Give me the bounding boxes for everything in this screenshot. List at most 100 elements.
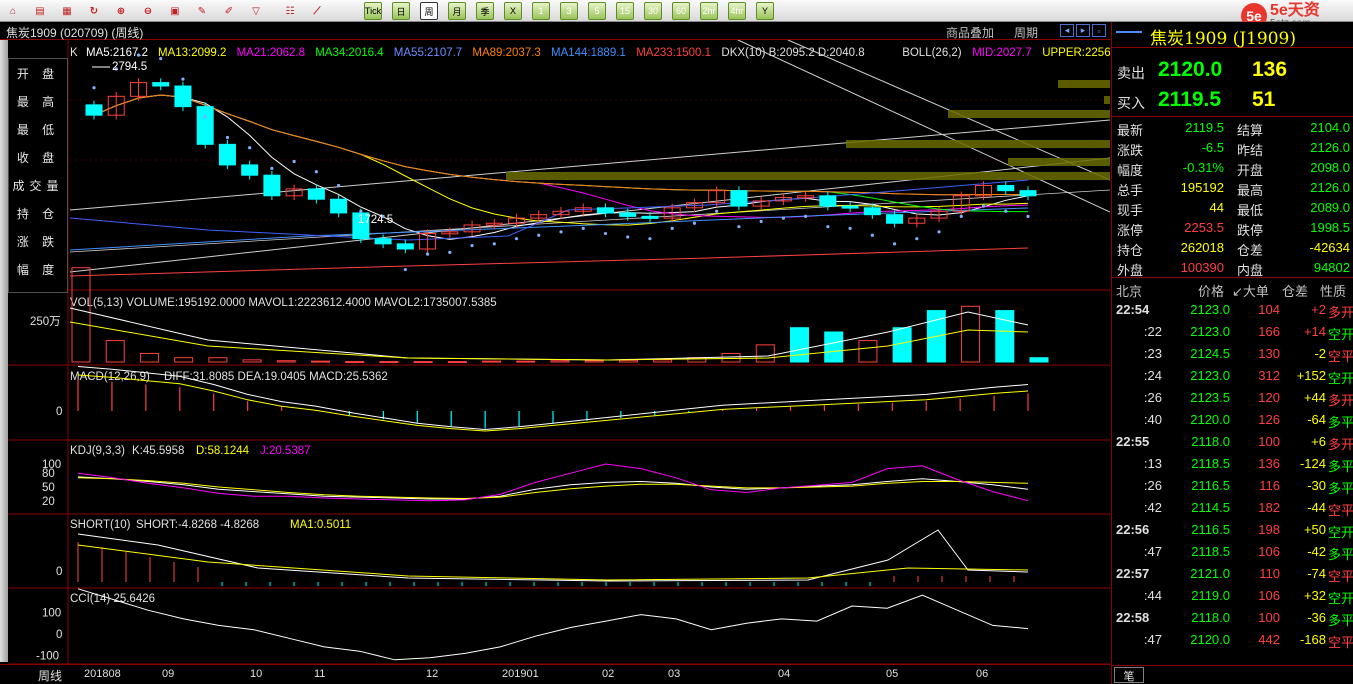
legend-ma: MA5:2167.2	[86, 47, 148, 59]
sar-dot	[892, 242, 897, 246]
legend-boll-mid: MID:2027.7	[972, 47, 1031, 59]
nav-left-icon[interactable]: ◂	[1060, 24, 1074, 37]
boll-lower-line	[69, 179, 1029, 241]
tick-price: 2124.5	[1190, 346, 1230, 361]
refresh-icon[interactable]: ↻	[85, 2, 103, 20]
sar-dot	[670, 226, 674, 230]
book-icon[interactable]: ▤	[31, 2, 49, 20]
stat-label: 涨跌	[1117, 143, 1144, 158]
legend-boll: BOLL(26,2)	[902, 47, 962, 59]
chart-icon[interactable]: ⟋	[308, 2, 326, 20]
stat-value: 94802	[1313, 260, 1350, 275]
period-button[interactable]: 5	[588, 2, 606, 20]
candle-body	[641, 215, 659, 219]
stat-label: 开盘	[1237, 163, 1264, 178]
side-panel-item: 幅 度	[16, 262, 60, 277]
period-button[interactable]: Y	[756, 2, 774, 20]
window-icon[interactable]: ▣	[166, 2, 184, 20]
volume-bar	[721, 352, 741, 363]
trend-line	[737, 40, 1110, 213]
sar-dot	[737, 225, 741, 229]
volume-profile-bar	[1008, 158, 1110, 166]
stat-value: 2098.0	[1310, 160, 1350, 175]
period-button[interactable]: 60	[672, 2, 690, 20]
volume-bar	[379, 361, 399, 364]
period-button[interactable]: 3	[560, 2, 578, 20]
bid-row: 买入 2119.5 51	[1112, 86, 1353, 116]
period-button[interactable]: 4hr	[728, 2, 746, 20]
sar-dot	[692, 221, 697, 225]
report-icon[interactable]: ▦	[58, 2, 76, 20]
kdj-legend-name: KDJ(9,3,3)	[70, 445, 125, 457]
stat-label: 总手	[1117, 183, 1144, 198]
short-legend-values: SHORT:-4.8268 -4.8268	[136, 519, 259, 531]
legend-ma: MA233:1500.1	[636, 47, 711, 59]
tab-ticks[interactable]: 笔	[1114, 667, 1144, 683]
tick-volume: 116	[1259, 478, 1280, 493]
cci-y-tick: 100	[42, 607, 61, 619]
tick-type: 多平	[1327, 613, 1353, 628]
tick-row: 22:55 2118.0 100 +6 多开	[1112, 431, 1353, 453]
overlay-commodity-link[interactable]: 商品叠加	[946, 24, 994, 41]
table-icon[interactable]: ☷	[281, 2, 299, 20]
period-button[interactable]: 日	[392, 2, 410, 20]
tick-header-type: 性质	[1320, 284, 1347, 299]
tick-price: 2118.0	[1191, 610, 1230, 625]
tick-volume: 100	[1258, 610, 1280, 625]
logo-text: 5e天资	[1270, 1, 1320, 19]
tick-row: :44 2119.0 106 +32 空开	[1112, 585, 1353, 607]
period-button[interactable]: X	[504, 2, 522, 20]
period-button[interactable]: 2hr	[700, 2, 718, 20]
tick-row: :40 2120.0 126 -64 多平	[1112, 409, 1353, 431]
stat-label: 最新	[1117, 123, 1144, 138]
nav-expand-icon[interactable]: ▫	[1092, 24, 1106, 37]
candle-body	[263, 174, 281, 197]
zoom-out-icon[interactable]: ⊖	[139, 2, 157, 20]
filter-icon[interactable]: ▽	[247, 2, 265, 20]
tick-volume: 100	[1258, 434, 1280, 449]
sar-dot	[537, 233, 541, 237]
kdj-y-tick: 80	[42, 468, 55, 480]
quote-stat-row: 持仓 262018 仓差 -42634	[1112, 238, 1353, 258]
tick-volume: 182	[1258, 500, 1280, 515]
chart-canvas[interactable]: K MA5:2167.2 MA13:2099.2 MA21:2062.8 MA34:20…	[8, 40, 1110, 664]
tick-price: 2119.0	[1191, 588, 1230, 603]
x-tick-label: 201901	[502, 668, 539, 680]
period-button[interactable]: 周	[420, 2, 438, 20]
draw-icon[interactable]: ✐	[220, 2, 238, 20]
tick-type: 多平	[1327, 415, 1353, 430]
legend-ma: MA34:2016.4	[315, 47, 384, 59]
cci-y-tick: 0	[56, 629, 62, 641]
period-button[interactable]: 15	[616, 2, 634, 20]
period-link[interactable]: 周期	[1014, 24, 1038, 41]
candle-body	[374, 238, 392, 245]
volume-bar	[516, 360, 536, 363]
nav-right-icon[interactable]: ▸	[1076, 24, 1090, 37]
stat-label: 现手	[1117, 203, 1144, 218]
tick-type: 多平	[1327, 459, 1353, 474]
zoom-in-icon[interactable]: ⊕	[112, 2, 130, 20]
tick-time: :47	[1143, 544, 1162, 559]
sar-dot	[870, 233, 874, 237]
tick-price: 2118.0	[1191, 434, 1230, 449]
pen-icon[interactable]: ✎	[193, 2, 211, 20]
tick-volume: 166	[1258, 324, 1280, 339]
volume-bar	[618, 359, 638, 363]
tick-time: 22:54	[1116, 302, 1150, 317]
candle-body	[152, 82, 170, 87]
period-button[interactable]: Tick	[364, 2, 382, 20]
tick-type: 多开	[1327, 393, 1353, 408]
period-button[interactable]: 季	[476, 2, 494, 20]
volume-bar	[824, 331, 844, 363]
period-button[interactable]: 1	[532, 2, 550, 20]
bid-volume: 51	[1252, 88, 1276, 111]
tick-time: 22:55	[1116, 434, 1150, 449]
sar-dot	[959, 214, 963, 218]
volume-bar	[961, 305, 981, 363]
sar-dot	[181, 77, 185, 81]
vol-legend: VOL(5,13) VOLUME:195192.0000 MAVOL1:2223…	[70, 297, 497, 309]
home-icon[interactable]: ⌂	[4, 2, 22, 20]
period-button[interactable]: 30	[644, 2, 662, 20]
tick-type: 多开	[1327, 437, 1353, 452]
period-button[interactable]: 月	[448, 2, 466, 20]
